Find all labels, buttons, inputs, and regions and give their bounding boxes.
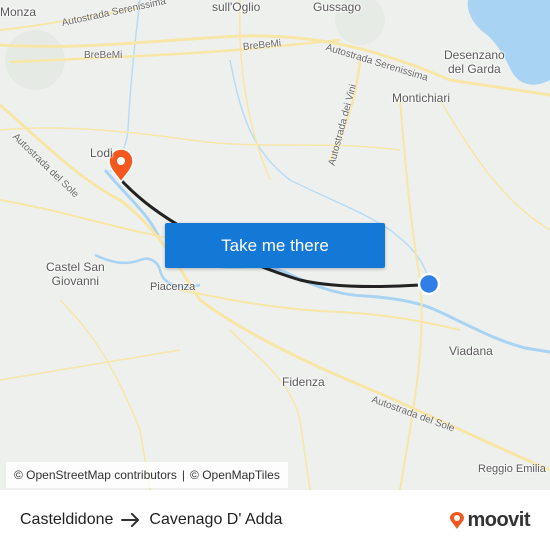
attribution-separator: | bbox=[181, 468, 186, 482]
place-label-gussago: Gussago bbox=[313, 0, 362, 14]
place-label-montichiari: Montichiari bbox=[392, 91, 451, 105]
place-label-desenzano: Desenzano del Garda bbox=[444, 48, 505, 76]
map[interactable]: Monza sull'Oglio Gussago Desenzano del G… bbox=[0, 0, 550, 490]
map-attribution: © OpenStreetMap contributors | © OpenMap… bbox=[6, 462, 288, 488]
place-label-reggio-emilia: Reggio Emilia bbox=[478, 463, 546, 475]
place-label-sull-oglio: sull'Oglio bbox=[212, 0, 261, 14]
place-label-viadana: Viadana bbox=[449, 344, 493, 358]
origin-label: Casteldidone bbox=[20, 511, 114, 528]
arrow-right-icon bbox=[121, 513, 141, 527]
place-label-castel-san-giovanni-text: Castel San Giovanni bbox=[46, 260, 105, 288]
take-me-there-button[interactable]: Take me there bbox=[165, 223, 385, 268]
place-label-fidenza: Fidenza bbox=[282, 375, 325, 389]
attribution-osm-link[interactable]: © OpenStreetMap contributors bbox=[14, 468, 177, 482]
origin-dot bbox=[417, 272, 441, 296]
place-label-monza: Monza bbox=[0, 5, 37, 19]
route-footer: Casteldidone Cavenago D' Adda moovit bbox=[0, 490, 550, 550]
moovit-pin-icon bbox=[449, 511, 465, 530]
place-label-desenzano-text: Desenzano del Garda bbox=[444, 48, 505, 76]
road-label-brebemi-left: BreBeMi bbox=[84, 50, 123, 61]
place-label-lodi: Lodi bbox=[90, 146, 113, 160]
place-label-piacenza: Piacenza bbox=[150, 281, 196, 293]
moovit-wordmark: moovit bbox=[467, 509, 530, 531]
place-label-castel-san-giovanni: Castel San Giovanni bbox=[46, 260, 105, 288]
destination-label: Cavenago D' Adda bbox=[149, 511, 283, 528]
attribution-tiles-link[interactable]: © OpenMapTiles bbox=[190, 468, 280, 482]
moovit-logo[interactable]: moovit bbox=[449, 509, 530, 532]
